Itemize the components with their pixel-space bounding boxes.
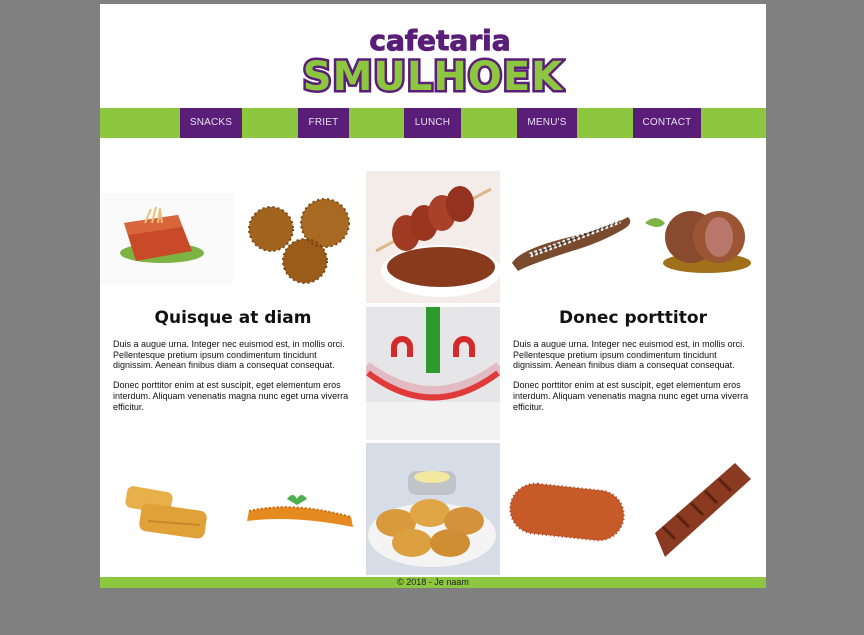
snack-image-frikandel <box>500 193 635 285</box>
svg-text:cafetaria: cafetaria <box>369 24 510 57</box>
footer: © 2018 - Je naam <box>100 577 766 588</box>
right-column-text: Duis a augue urna. Integer nec euismod e… <box>513 339 756 421</box>
nav-item-menus[interactable]: MENU'S <box>517 108 577 138</box>
nav-item-friet[interactable]: FRIET <box>298 108 349 138</box>
left-column-title: Quisque at diam <box>154 308 312 328</box>
snack-image-loempia <box>100 459 233 559</box>
snack-image-satestick <box>366 171 500 303</box>
nav-item-lunch[interactable]: LUNCH <box>404 108 461 138</box>
snack-image-gehaktbal <box>635 193 756 285</box>
left-paragraph-1: Duis a augue urna. Integer nec euismod e… <box>113 339 345 371</box>
logo-tile-image <box>366 307 500 440</box>
snack-image-kipnuggets <box>366 443 500 575</box>
page-container: cafetaria SMULHOEK SNACKS FRIET LUNCH ME… <box>100 4 766 588</box>
right-paragraph-2: Donec porttitor enim at est suscipit, eg… <box>513 380 749 412</box>
right-paragraph-1: Duis a augue urna. Integer nec euismod e… <box>513 339 745 371</box>
svg-text:SMULHOEK: SMULHOEK <box>303 54 564 96</box>
left-paragraph-2: Donec porttitor enim at est suscipit, eg… <box>113 380 349 412</box>
snack-image-kaassouffle <box>100 193 233 285</box>
right-column-title: Donec porttitor <box>559 308 707 328</box>
main-nav: SNACKS FRIET LUNCH MENU'S CONTACT <box>100 108 766 138</box>
nav-item-snacks[interactable]: SNACKS <box>180 108 242 138</box>
snack-image-bitterballen <box>233 193 354 285</box>
nav-item-contact[interactable]: CONTACT <box>633 108 701 138</box>
left-column-text: Duis a augue urna. Integer nec euismod e… <box>113 339 356 421</box>
smulhoek-logo[interactable]: cafetaria SMULHOEK <box>300 18 566 97</box>
snack-image-bamischijf <box>635 459 756 559</box>
snack-image-kipstick <box>233 459 354 559</box>
snack-image-kroket <box>500 459 635 559</box>
